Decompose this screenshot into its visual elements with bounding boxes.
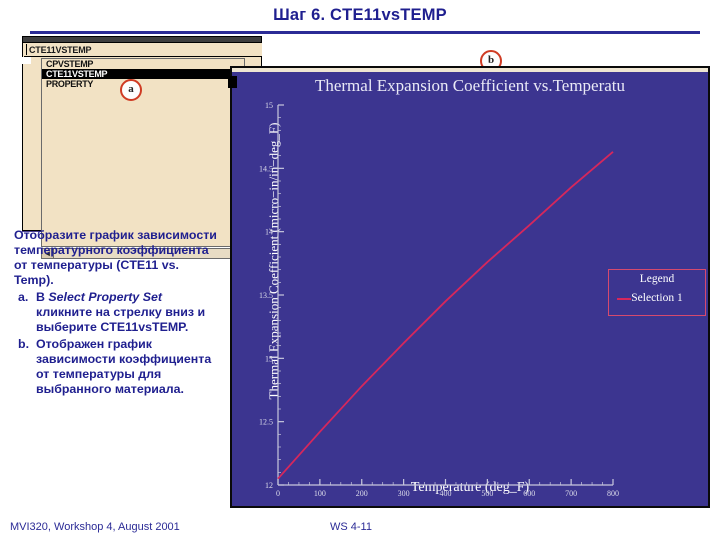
instruction-a-pre: В bbox=[36, 290, 49, 304]
y-tick-label: 12 bbox=[265, 481, 273, 490]
property-set-dropdown-list[interactable]: CPVSTEMP CTE11VSTEMP PROPERTY bbox=[41, 58, 245, 247]
y-tick-label: 12.5 bbox=[259, 418, 273, 427]
chart-window: Thermal Expansion Coefficient vs.Tempera… bbox=[228, 66, 710, 508]
instruction-marker: a. bbox=[18, 290, 29, 304]
footer-slide-number: WS 4-11 bbox=[330, 521, 372, 533]
x-tick-label: 400 bbox=[440, 489, 452, 498]
x-tick-label: 700 bbox=[565, 489, 577, 498]
y-tick-label: 14 bbox=[265, 228, 273, 237]
chart-line-series bbox=[277, 151, 614, 480]
text-caret bbox=[26, 44, 27, 55]
list-item[interactable]: PROPERTY bbox=[42, 79, 244, 89]
page-title: Шаг 6. CTE11vsTEMP bbox=[273, 6, 447, 24]
property-set-input[interactable]: CTE11VSTEMP bbox=[24, 43, 262, 57]
instruction-a-italic: Select Property Set bbox=[48, 290, 163, 304]
legend-title: Legend bbox=[639, 273, 675, 285]
x-tick-label: 800 bbox=[607, 489, 619, 498]
x-tick-label: 0 bbox=[276, 489, 280, 498]
chart-legend: Legend Selection 1 bbox=[608, 269, 706, 316]
y-tick-label: 13.5 bbox=[259, 291, 273, 300]
list-item-selected[interactable]: CTE11VSTEMP bbox=[42, 69, 244, 79]
instruction-a-post: . bbox=[184, 320, 189, 334]
instruction-a-bold: CTE11vsTEMP bbox=[100, 320, 185, 334]
y-tick-label: 13 bbox=[265, 354, 273, 363]
legend-entry-label: Selection 1 bbox=[631, 292, 683, 304]
instruction-sublist: a. В Select Property Set кликните на стре… bbox=[14, 290, 219, 397]
select-property-set-window: CTE11VSTEMP CPVSTEMP CTE11VSTEMP PROPERT… bbox=[22, 36, 262, 259]
x-tick-label: 500 bbox=[481, 489, 493, 498]
instruction-lead: Отобразите график зависимости температур… bbox=[14, 228, 217, 287]
instruction-item-a: a. В Select Property Set кликните на стре… bbox=[14, 290, 219, 335]
callout-marker-a: a bbox=[120, 79, 142, 101]
x-tick-label: 600 bbox=[523, 489, 535, 498]
y-tick-label: 15 bbox=[265, 101, 273, 110]
list-item[interactable]: CPVSTEMP bbox=[42, 59, 244, 69]
footer-left-text: MVI320, Workshop 4, August 2001 bbox=[10, 521, 180, 533]
instruction-item-b: b. Отображен график зависимости коэффицие… bbox=[14, 337, 219, 397]
window-corner-nub bbox=[22, 57, 31, 64]
instruction-block: Отобразите график зависимости температур… bbox=[14, 228, 219, 397]
instruction-marker: b. bbox=[18, 337, 30, 351]
property-set-input-value: CTE11VSTEMP bbox=[29, 45, 92, 55]
y-tick-label: 14.5 bbox=[259, 164, 273, 173]
instruction-b-text: Отображен график зависимости коэффициент… bbox=[36, 337, 212, 396]
title-divider bbox=[30, 31, 700, 34]
x-tick-label: 100 bbox=[314, 489, 326, 498]
x-tick-label: 300 bbox=[398, 489, 410, 498]
x-tick-label: 200 bbox=[356, 489, 368, 498]
